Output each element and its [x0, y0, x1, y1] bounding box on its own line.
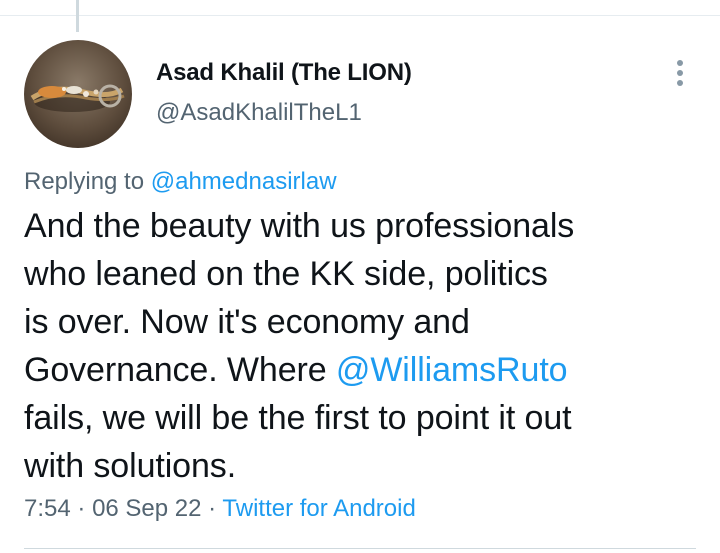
tweet-metadata: 7:54 · 06 Sep 22 · Twitter for Android — [24, 495, 416, 523]
more-vertical-icon — [677, 60, 683, 86]
avatar-image — [24, 40, 132, 148]
author-display-name[interactable]: Asad Khalil (The LION) — [156, 59, 412, 87]
tweet-time[interactable]: 7:54 — [24, 495, 71, 522]
tweet-text-line: Governance. Where @WilliamsRuto — [24, 346, 694, 394]
bottom-divider — [24, 548, 696, 549]
author-handle[interactable]: @AsadKhalilTheL1 — [156, 99, 362, 127]
tweet-text-segment: Governance. Where — [24, 351, 336, 389]
meta-separator: · — [77, 495, 86, 522]
replying-to-label: Replying to — [24, 168, 145, 195]
tweet-text: And the beauty with us professionals who… — [24, 202, 694, 490]
tweet-text-line: with solutions. — [24, 447, 237, 485]
tweet-source-link[interactable]: Twitter for Android — [222, 495, 415, 522]
avatar[interactable] — [24, 40, 132, 148]
tweet-text-line: is over. Now it's economy and — [24, 303, 470, 341]
replying-to-mention-link[interactable]: @ahmednasirlaw — [151, 168, 337, 195]
replying-to-line: Replying to @ahmednasirlaw — [24, 168, 337, 196]
thread-connector-line — [76, 0, 79, 32]
meta-separator: · — [208, 495, 217, 522]
tweet-text-line: who leaned on the KK side, politics — [24, 255, 548, 293]
tweet-text-line: fails, we will be the first to point it … — [24, 399, 572, 437]
top-divider — [0, 15, 720, 16]
tweet-date[interactable]: 06 Sep 22 — [92, 495, 201, 522]
more-options-button[interactable] — [666, 55, 694, 91]
mention-link[interactable]: @WilliamsRuto — [336, 351, 568, 389]
tweet-text-line: And the beauty with us professionals — [24, 207, 575, 245]
